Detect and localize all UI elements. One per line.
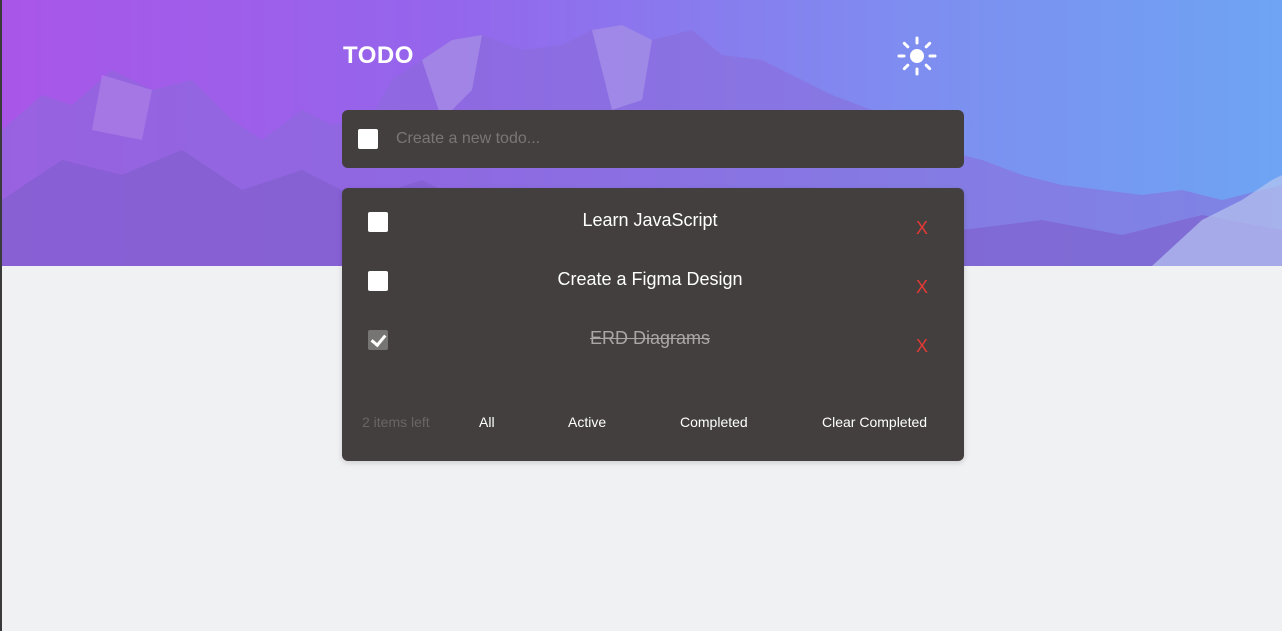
todo-checkbox[interactable]: [368, 212, 388, 232]
sun-icon: [897, 36, 937, 76]
todo-list: Learn JavaScript X Create a Figma Design…: [342, 188, 964, 461]
filter-completed-button[interactable]: Completed: [680, 414, 748, 430]
todo-text[interactable]: Learn JavaScript: [402, 210, 898, 231]
todo-checkbox-checked[interactable]: [368, 330, 388, 350]
delete-todo-button[interactable]: X: [916, 218, 928, 239]
todo-text[interactable]: Create a Figma Design: [402, 269, 898, 290]
filter-all-button[interactable]: All: [479, 414, 495, 430]
filter-active-button[interactable]: Active: [568, 414, 606, 430]
todo-item: ERD Diagrams X: [342, 306, 964, 362]
list-footer: 2 items left All Active Completed Clear …: [342, 414, 964, 432]
delete-todo-button[interactable]: X: [916, 277, 928, 298]
theme-toggle-button[interactable]: [896, 35, 938, 77]
todo-checkbox[interactable]: [368, 271, 388, 291]
new-todo-input[interactable]: [396, 124, 936, 154]
new-todo-bar: [342, 110, 964, 168]
items-left-count: 2 items left: [362, 414, 430, 430]
new-todo-checkbox[interactable]: [358, 129, 378, 149]
todo-item: Create a Figma Design X: [342, 247, 964, 303]
app-title: TODO: [343, 42, 414, 69]
todo-text-completed[interactable]: ERD Diagrams: [402, 328, 898, 349]
clear-completed-button[interactable]: Clear Completed: [822, 414, 927, 430]
app-window: TODO Learn JavaScript X: [0, 0, 1282, 631]
delete-todo-button[interactable]: X: [916, 336, 928, 357]
todo-item: Learn JavaScript X: [342, 188, 964, 244]
